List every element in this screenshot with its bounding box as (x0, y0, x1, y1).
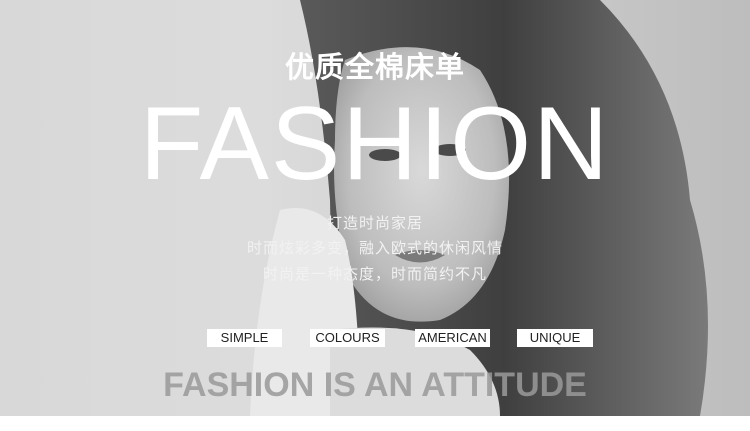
banner-title-fashion: FASHION (139, 86, 611, 202)
description-line-1: 打造时尚家居 (326, 214, 423, 232)
description-line-3: 时尚是一种态度，时而简约不凡 (262, 265, 487, 283)
tag-american: AMERICAN (415, 329, 490, 347)
tag-unique: UNIQUE (517, 329, 593, 347)
banner-title-cn: 优质全棉床单 (284, 50, 465, 84)
tag-colours: COLOURS (310, 329, 385, 347)
banner-tagline: FASHION IS AN ATTITUDE (163, 366, 587, 404)
fashion-banner: 优质全棉床单 FASHION 打造时尚家居 时而炫彩多变，融入欧式的休闲风情 时… (0, 0, 750, 416)
description-line-2: 时而炫彩多变，融入欧式的休闲风情 (246, 239, 503, 257)
feature-tags: SIMPLE COLOURS AMERICAN UNIQUE (0, 329, 750, 349)
tag-simple: SIMPLE (207, 329, 282, 347)
